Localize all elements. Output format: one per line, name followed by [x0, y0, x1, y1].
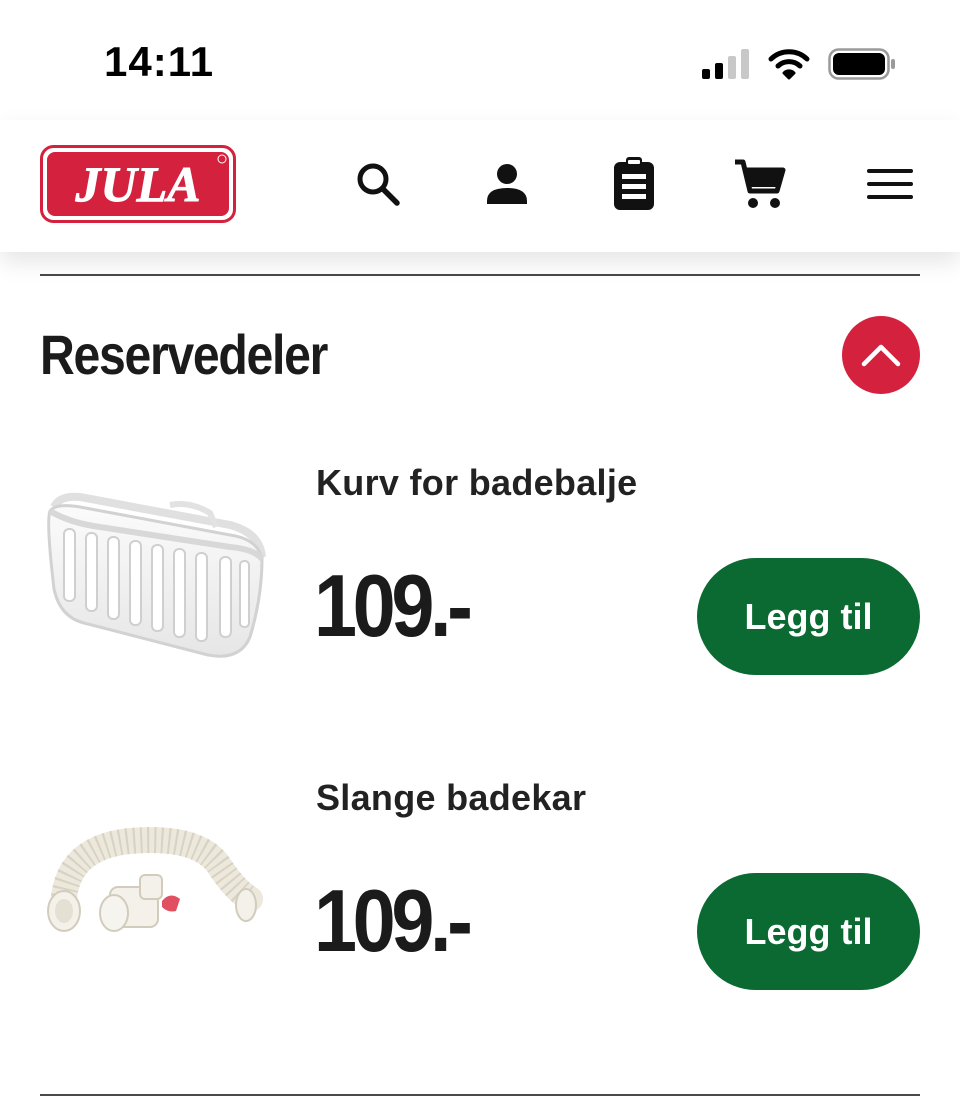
site-header: JULA — [0, 120, 960, 252]
spare-parts-section: Reservedeler Kurv for badebalje 109.- Le… — [0, 252, 960, 1105]
cart-icon[interactable] — [730, 154, 790, 214]
status-icons — [702, 44, 896, 84]
collapse-button[interactable] — [842, 316, 920, 394]
account-icon[interactable] — [477, 154, 537, 214]
status-time: 14:11 — [104, 38, 215, 85]
product-item: Slange badekar 109.- Legg til — [0, 777, 960, 1037]
shopping-list-icon[interactable] — [604, 154, 664, 214]
product-price: 109.- — [314, 871, 473, 970]
section-divider-top — [40, 274, 920, 276]
cellular-signal-icon — [702, 49, 749, 79]
product-item: Kurv for badebalje 109.- Legg til — [0, 462, 960, 722]
hose-image[interactable] — [40, 827, 272, 1027]
product-name[interactable]: Kurv for badebalje — [316, 462, 637, 504]
basket-image[interactable] — [40, 477, 272, 677]
add-to-cart-button[interactable]: Legg til — [697, 558, 920, 675]
section-divider-bottom — [40, 1094, 920, 1096]
jula-logo[interactable]: JULA — [40, 145, 236, 223]
menu-icon[interactable] — [860, 154, 920, 214]
product-name[interactable]: Slange badekar — [316, 777, 586, 819]
add-to-cart-button[interactable]: Legg til — [697, 873, 920, 990]
status-bar: 14:11 — [0, 0, 960, 120]
chevron-up-icon — [861, 344, 901, 367]
wifi-icon — [768, 49, 810, 80]
product-price: 109.- — [314, 556, 473, 655]
svg-text:JULA: JULA — [75, 156, 201, 212]
search-icon[interactable] — [348, 154, 408, 214]
section-title: Reservedeler — [40, 323, 328, 386]
battery-icon — [828, 48, 895, 80]
